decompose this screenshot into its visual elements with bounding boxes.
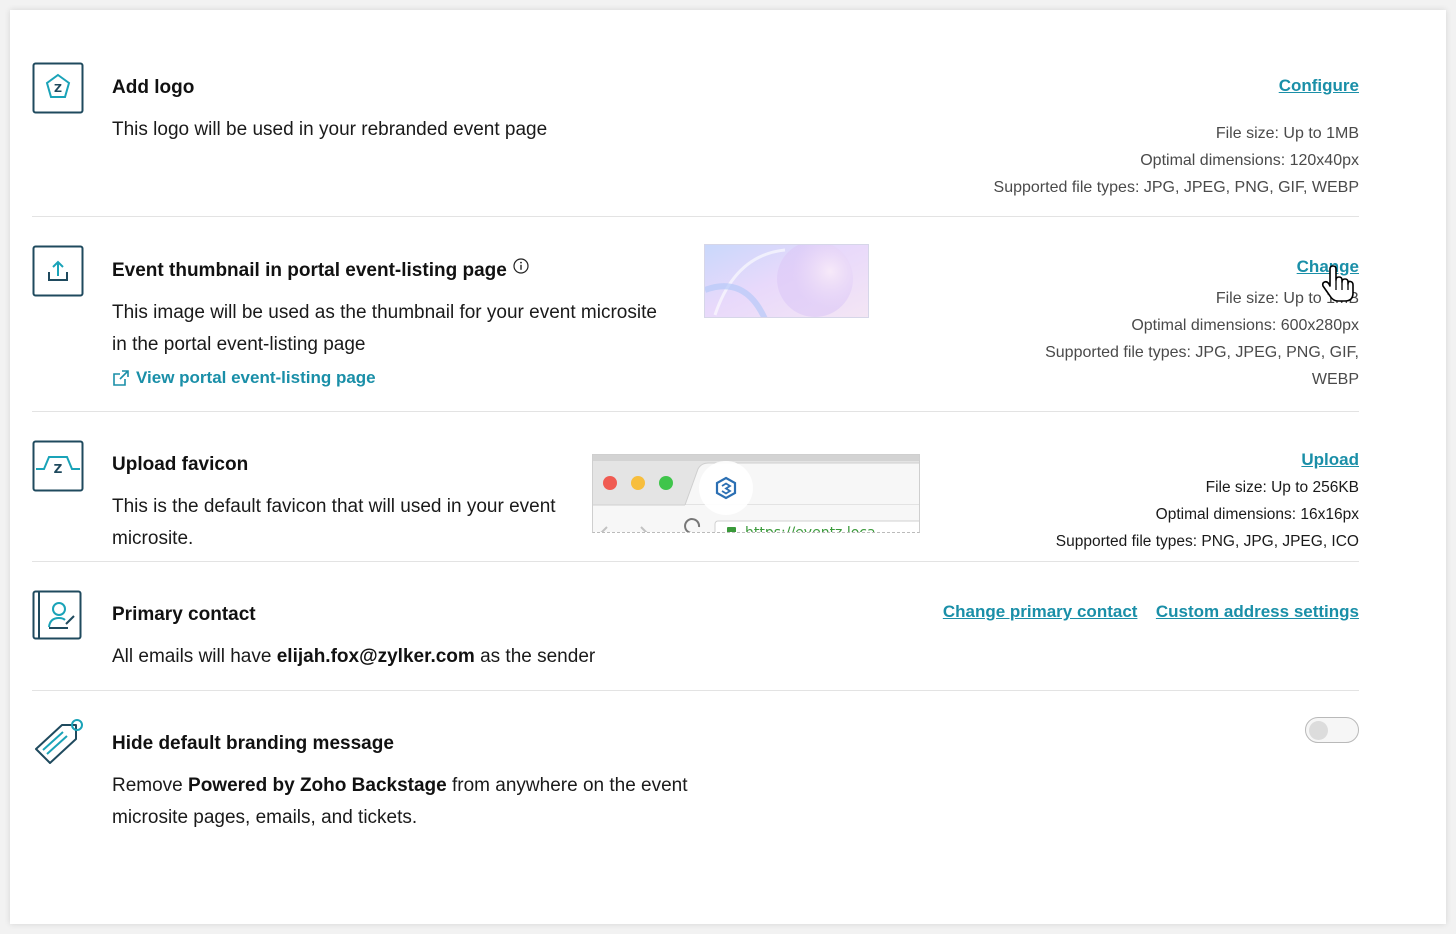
event-thumbnail-meta: Change File size: Up to 1MB Optimal dime… [1045, 253, 1359, 393]
favicon-browser-preview: https://eventz.loca [592, 454, 920, 533]
add-logo-dimensions: Optimal dimensions: 120x40px [1140, 152, 1359, 169]
branding-desc-prefix: Remove [112, 775, 189, 796]
event-thumbnail-section: Event thumbnail in portal event-listing … [32, 243, 1359, 403]
primary-contact-actions: Change primary contact Custom address se… [943, 598, 1359, 626]
favicon-dimensions: Optimal dimensions: 16x16px [1155, 506, 1359, 523]
contact-book-icon [32, 590, 84, 642]
event-thumbnail-dimensions: Optimal dimensions: 600x280px [1131, 317, 1359, 334]
favicon-description: This is the default favicon that will us… [112, 491, 582, 555]
event-thumbnail-description-line1: This image will be used as the thumbnail… [112, 302, 657, 323]
event-thumbnail-file-types-line1: Supported file types: JPG, JPEG, PNG, GI… [1045, 344, 1359, 361]
branding-settings-panel: Z Add logo This logo will be used in you… [10, 10, 1446, 924]
branding-desc-suffix: from anywhere on the event [446, 775, 688, 796]
favicon-description-line1: This is the default favicon that will us… [112, 496, 556, 517]
add-logo-title: Add logo [112, 77, 195, 98]
divider [32, 690, 1359, 691]
upload-link[interactable]: Upload [1301, 450, 1359, 469]
toggle-knob [1309, 720, 1328, 740]
event-thumbnail-description: This image will be used as the thumbnail… [112, 297, 712, 361]
upload-icon [32, 245, 84, 297]
primary-contact-title: Primary contact [112, 604, 256, 625]
divider [32, 561, 1359, 562]
custom-address-settings-link[interactable]: Custom address settings [1156, 602, 1359, 621]
add-logo-description: This logo will be used in your rebranded… [112, 119, 548, 140]
favicon-file-types: Supported file types: PNG, JPG, JPEG, IC… [1055, 533, 1359, 550]
powered-by-text: Powered by Zoho Backstage [188, 775, 447, 796]
event-thumbnail-description-line2: in the portal event-listing page [112, 334, 366, 355]
info-icon[interactable] [513, 258, 529, 280]
tag-icon [32, 717, 86, 771]
add-logo-file-types: Supported file types: JPG, JPEG, PNG, GI… [993, 179, 1359, 196]
divider [32, 216, 1359, 217]
primary-contact-desc-suffix: as the sender [474, 646, 596, 667]
primary-contact-section: Primary contact All emails will have eli… [32, 588, 1359, 688]
add-logo-section: Z Add logo This logo will be used in you… [32, 60, 1359, 200]
logo-icon: Z [32, 62, 84, 114]
svg-text:Z: Z [54, 462, 63, 476]
branding-description-line1: Remove Powered by Zoho Backstage from an… [112, 770, 712, 802]
favicon-section: Z Upload favicon This is the default fav… [32, 438, 1359, 558]
svg-text:Z: Z [54, 82, 62, 95]
hide-branding-toggle[interactable] [1305, 717, 1359, 743]
favicon-icon: Z [32, 440, 84, 492]
change-link[interactable]: Change [1297, 257, 1359, 276]
event-thumbnail-title-text: Event thumbnail in portal event-listing … [112, 260, 507, 281]
branding-description-line2: microsite pages, emails, and tickets. [112, 807, 418, 828]
add-logo-file-size: File size: Up to 1MB [1215, 125, 1359, 142]
primary-contact-desc-prefix: All emails will have [112, 646, 277, 667]
external-link-icon [113, 370, 129, 386]
branding-description: Remove Powered by Zoho Backstage from an… [112, 770, 712, 834]
event-thumbnail-title: Event thumbnail in portal event-listing … [112, 258, 529, 282]
favicon-file-size: File size: Up to 256KB [1205, 479, 1359, 496]
branding-section: Hide default branding message Remove Pow… [32, 717, 1359, 837]
divider [32, 411, 1359, 412]
favicon-meta: Upload File size: Up to 256KB Optimal di… [1056, 446, 1359, 555]
configure-link[interactable]: Configure [1279, 76, 1359, 95]
view-portal-link-label: View portal event-listing page [136, 368, 376, 387]
change-primary-contact-link[interactable]: Change primary contact [943, 602, 1138, 621]
event-thumbnail-file-size: File size: Up to 1MB [1215, 290, 1359, 307]
primary-contact-description: All emails will have elijah.fox@zylker.c… [112, 641, 595, 673]
view-portal-link[interactable]: View portal event-listing page [112, 368, 376, 388]
branding-title: Hide default branding message [112, 733, 394, 754]
favicon-title: Upload favicon [112, 454, 249, 475]
event-thumbnail-file-types-line2: WEBP [1311, 371, 1359, 388]
favicon-description-line2: microsite. [112, 528, 194, 549]
event-thumbnail-preview [704, 244, 869, 318]
sender-email: elijah.fox@zylker.com [276, 646, 475, 667]
browser-url-text: https://eventz.loca [745, 525, 876, 533]
add-logo-meta: Configure File size: Up to 1MB Optimal d… [994, 72, 1359, 201]
